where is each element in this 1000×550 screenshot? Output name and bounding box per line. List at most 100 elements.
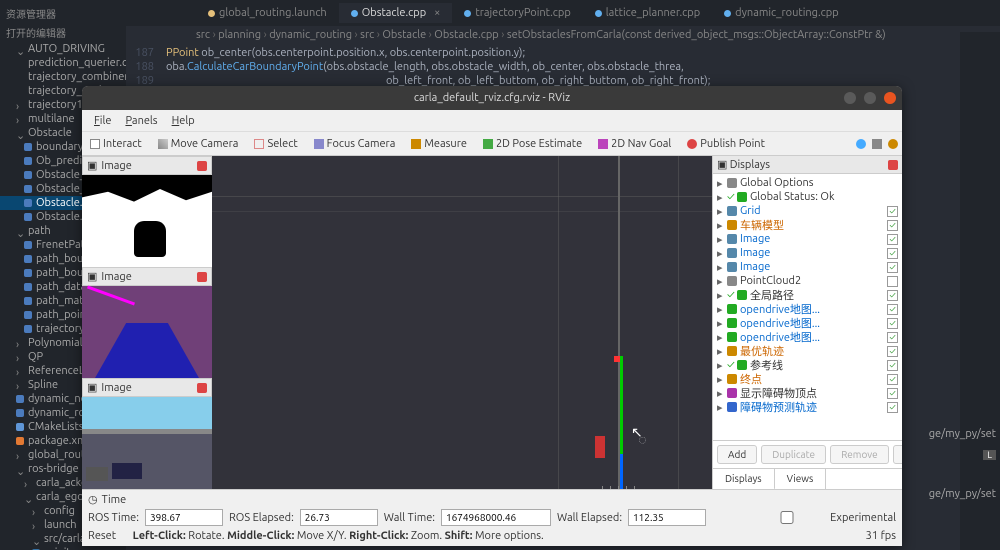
editor-tab[interactable]: dynamic_routing.cpp [712,3,851,23]
display-item[interactable]: ▸✓参考线✓ [715,358,900,372]
display-type-icon [727,402,737,412]
display-type-icon [727,220,737,230]
minus-icon[interactable] [872,139,882,149]
tree-item[interactable]: prediction_querier.cpp [0,56,126,70]
display-item[interactable]: ▸终点✓ [715,372,900,386]
reset-button[interactable]: Reset [88,530,116,542]
breadcrumb[interactable]: srcplanningdynamic_routingsrcObstacleObs… [126,26,1000,44]
editor-tab[interactable]: lattice_planner.cpp [583,3,712,23]
tab-close-icon[interactable] [430,7,440,19]
panel-close-icon[interactable] [197,383,207,393]
visibility-checkbox[interactable]: ✓ [887,318,898,329]
panel-close-icon[interactable] [197,161,207,171]
display-item[interactable]: ▸opendrive地图...✓ [715,330,900,344]
tool-nav[interactable]: 2D Nav Goal [594,136,675,152]
image-panel-head-2[interactable]: ▣Image [82,267,212,286]
tree-item[interactable]: __init__.py [0,546,126,550]
display-item[interactable]: ▸opendrive地图...✓ [715,316,900,330]
display-item[interactable]: ▸✓Global Status: Ok [715,190,900,204]
tool-interact[interactable]: Interact [86,136,146,152]
display-item[interactable]: ▸Image✓ [715,232,900,246]
maximize-icon[interactable] [864,92,876,104]
display-item[interactable]: ▸车辆模型✓ [715,218,900,232]
tool-pose[interactable]: 2D Pose Estimate [479,136,586,152]
visibility-checkbox[interactable]: ✓ [887,248,898,259]
wall-time-field[interactable] [441,509,551,526]
display-item[interactable]: ▸Grid✓ [715,204,900,218]
file-icon [24,157,32,165]
image-panel-head-3[interactable]: ▣Image [82,378,212,397]
display-type-icon [727,304,737,314]
ros-time-field[interactable] [145,509,223,526]
visibility-checkbox[interactable]: ✓ [887,262,898,273]
display-item[interactable]: ▸PointCloud2 [715,274,900,288]
add-button[interactable]: Add [717,445,757,464]
ros-time-label: ROS Time: [88,512,139,524]
menu-panels[interactable]: Panels [119,113,163,129]
gear-icon[interactable] [888,139,898,149]
visibility-checkbox[interactable]: ✓ [887,388,898,399]
plus-icon[interactable] [856,139,866,149]
visibility-checkbox[interactable]: ✓ [887,304,898,315]
display-item[interactable]: ▸opendrive地图...✓ [715,302,900,316]
display-item[interactable]: ▸显示障碍物顶点✓ [715,386,900,400]
menu-file[interactable]: File [88,113,117,129]
file-icon [24,199,32,207]
visibility-checkbox[interactable]: ✓ [887,360,898,371]
rviz-3d-view[interactable]: ↖◌ [212,156,712,489]
close-icon[interactable] [884,92,896,104]
display-type-icon [727,206,737,216]
panel-close-icon[interactable] [197,272,207,282]
visibility-checkbox[interactable]: ✓ [887,346,898,357]
visibility-checkbox[interactable]: ✓ [887,206,898,217]
display-item[interactable]: ▸最优轨迹✓ [715,344,900,358]
file-icon [16,129,24,137]
wall-elapsed-field[interactable] [628,509,706,526]
visibility-checkbox[interactable]: ✓ [887,234,898,245]
tree-item[interactable]: trajectory_combiner.cpp [0,70,126,84]
editor-tab[interactable]: Obstacle.cpp [339,3,453,23]
display-item[interactable]: ▸障碍物预测轨迹✓ [715,400,900,414]
file-icon [16,465,24,473]
experimental-checkbox[interactable] [748,511,826,524]
tool-publish[interactable]: Publish Point [683,136,769,152]
ros-elapsed-field[interactable] [300,509,378,526]
panel-close-icon[interactable] [888,160,898,170]
display-type-icon [727,248,737,258]
tree-root[interactable]: AUTO_DRIVING [0,42,126,56]
tool-measure[interactable]: Measure [407,136,471,152]
displays-tree[interactable]: ▸Global Options▸✓Global Status: Ok▸Grid✓… [713,174,902,440]
tab-displays[interactable]: Displays [713,469,775,489]
visibility-checkbox[interactable]: ✓ [887,374,898,385]
tool-focus[interactable]: Focus Camera [310,136,400,152]
file-icon [16,353,24,361]
image-panel-head-1[interactable]: ▣Image [82,156,212,175]
rviz-titlebar[interactable]: carla_default_rviz.cfg.rviz - RViz [82,86,902,110]
tool-select[interactable]: Select [250,136,301,152]
display-item[interactable]: ▸✓全局路径✓ [715,288,900,302]
file-icon [24,171,32,179]
ros-elapsed-label: ROS Elapsed: [229,512,294,524]
visibility-checkbox[interactable]: ✓ [887,402,898,413]
display-type-icon [727,346,737,356]
visibility-checkbox[interactable]: ✓ [887,220,898,231]
file-icon [16,409,24,417]
file-icon [24,325,32,333]
display-item[interactable]: ▸Image✓ [715,246,900,260]
visibility-checkbox[interactable]: ✓ [887,332,898,343]
editor-tab[interactable]: trajectoryPoint.cpp [452,3,582,23]
tool-move-camera[interactable]: Move Camera [154,136,243,152]
file-icon [32,507,40,515]
display-item[interactable]: ▸Image✓ [715,260,900,274]
editor-tab[interactable]: global_routing.launch [196,3,339,23]
file-icon [24,255,32,263]
visibility-checkbox[interactable] [887,276,898,287]
menu-help[interactable]: Help [166,113,201,129]
display-item[interactable]: ▸Global Options [715,176,900,190]
move-camera-icon [158,139,168,149]
visibility-checkbox[interactable]: ✓ [887,290,898,301]
time-panel-head[interactable]: ◷Time [88,493,896,506]
minimize-icon[interactable] [844,92,856,104]
tab-views[interactable]: Views [775,469,827,489]
displays-header[interactable]: ▣ Displays [713,156,902,174]
